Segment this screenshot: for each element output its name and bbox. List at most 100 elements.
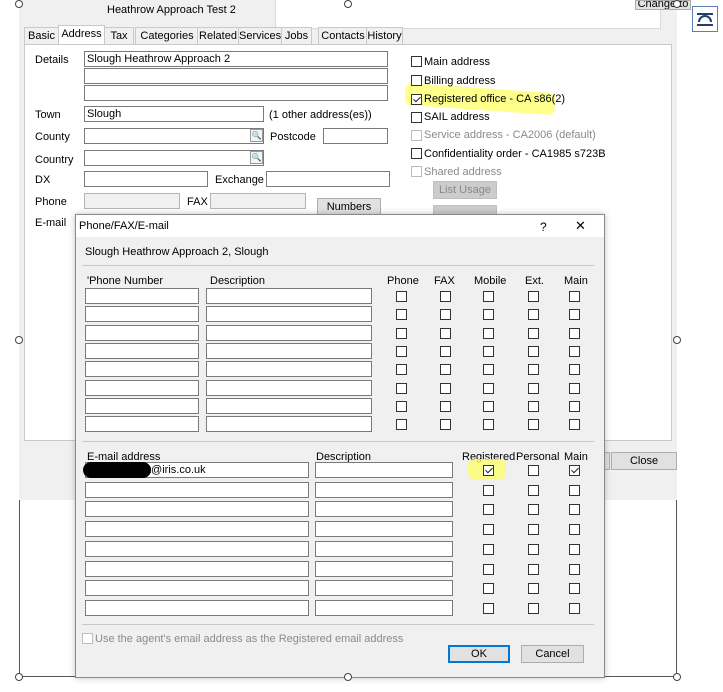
phone-number-field[interactable] (85, 397, 199, 414)
phone-number-field[interactable] (85, 342, 199, 359)
fax-checkbox[interactable] (440, 327, 451, 339)
phone-description-field[interactable] (206, 397, 372, 414)
fax-checkbox[interactable] (440, 364, 451, 376)
registered-email-checkbox[interactable] (483, 524, 494, 536)
phone-number-field[interactable] (85, 306, 199, 323)
exchange-field[interactable] (266, 171, 390, 187)
phone-number-field[interactable] (85, 324, 199, 341)
mobile-checkbox[interactable] (483, 382, 494, 394)
country-field[interactable] (84, 150, 264, 166)
phone-number-field[interactable] (85, 416, 199, 433)
main-checkbox[interactable] (569, 345, 580, 357)
email-description-field[interactable] (315, 462, 453, 478)
email-address-field[interactable] (85, 580, 309, 597)
registered-email-checkbox[interactable] (483, 563, 494, 575)
mobile-checkbox[interactable] (483, 327, 494, 339)
main-checkbox[interactable] (569, 309, 580, 321)
dx-field[interactable] (84, 171, 208, 187)
list-usage-button[interactable]: List Usage (433, 181, 497, 199)
ext-checkbox[interactable] (528, 291, 539, 302)
email-description-field[interactable] (315, 599, 453, 616)
registered-email-checkbox[interactable] (483, 583, 494, 595)
email-address-field[interactable] (85, 560, 309, 577)
fax-checkbox[interactable] (440, 309, 451, 321)
phone-description-field[interactable] (206, 379, 372, 396)
registered-email-checkbox[interactable] (483, 465, 494, 476)
phone-description-field[interactable] (206, 306, 372, 323)
phone-number-field[interactable] (85, 361, 199, 378)
resize-handle[interactable] (344, 0, 352, 8)
main-email-checkbox[interactable] (569, 602, 580, 614)
main-email-checkbox[interactable] (569, 524, 580, 536)
details-line-3[interactable] (84, 85, 388, 101)
billing-address-checkbox[interactable] (411, 75, 422, 86)
tab-jobs[interactable]: Jobs (281, 27, 312, 44)
ext-checkbox[interactable] (528, 419, 539, 431)
resize-handle[interactable] (15, 336, 23, 344)
mobile-checkbox[interactable] (483, 291, 494, 302)
resize-handle[interactable] (673, 336, 681, 344)
fax-checkbox[interactable] (440, 400, 451, 412)
ok-button[interactable]: OK (448, 645, 510, 663)
dialog-close-icon[interactable]: ✕ (575, 218, 586, 234)
service-address-checkbox[interactable] (411, 130, 422, 141)
personal-email-checkbox[interactable] (528, 484, 539, 496)
fax-checkbox[interactable] (440, 291, 451, 302)
ext-checkbox[interactable] (528, 345, 539, 357)
main-address-checkbox[interactable] (411, 56, 422, 67)
registered-email-checkbox[interactable] (483, 543, 494, 555)
phone-description-field[interactable] (206, 342, 372, 359)
main-checkbox[interactable] (569, 382, 580, 394)
phone-description-field[interactable] (206, 324, 372, 341)
registered-email-checkbox[interactable] (483, 484, 494, 496)
mobile-checkbox[interactable] (483, 309, 494, 321)
fax-field[interactable] (210, 193, 306, 209)
phone-checkbox[interactable] (396, 364, 407, 376)
resize-handle[interactable] (15, 0, 23, 8)
email-description-field[interactable] (315, 501, 453, 518)
close-button[interactable]: Close (611, 452, 677, 470)
registered-email-checkbox[interactable] (483, 504, 494, 516)
shared-address-checkbox[interactable] (411, 166, 422, 177)
tab-categories[interactable]: Categories (135, 27, 199, 44)
cancel-button[interactable]: Cancel (521, 645, 584, 663)
phone-number-field[interactable] (85, 288, 199, 304)
phone-checkbox[interactable] (396, 345, 407, 357)
personal-email-checkbox[interactable] (528, 583, 539, 595)
postcode-field[interactable] (323, 128, 388, 144)
main-email-checkbox[interactable] (569, 465, 580, 476)
phone-checkbox[interactable] (396, 291, 407, 302)
ext-checkbox[interactable] (528, 364, 539, 376)
phone-checkbox[interactable] (396, 309, 407, 321)
resize-handle[interactable] (15, 673, 23, 681)
sail-address-checkbox[interactable] (411, 112, 422, 123)
ext-checkbox[interactable] (528, 400, 539, 412)
phone-checkbox[interactable] (396, 400, 407, 412)
phone-checkbox[interactable] (396, 382, 407, 394)
mobile-checkbox[interactable] (483, 345, 494, 357)
confidentiality-order-checkbox[interactable] (411, 148, 422, 159)
registered-office-checkbox[interactable] (411, 94, 422, 105)
ext-checkbox[interactable] (528, 327, 539, 339)
email-description-field[interactable] (315, 560, 453, 577)
tab-history[interactable]: History (366, 27, 403, 44)
details-line-2[interactable] (84, 68, 388, 84)
main-email-checkbox[interactable] (569, 563, 580, 575)
resize-handle[interactable] (673, 0, 681, 8)
resize-handle[interactable] (673, 673, 681, 681)
tab-related[interactable]: Related (197, 27, 239, 44)
mobile-checkbox[interactable] (483, 419, 494, 431)
phone-number-field[interactable] (85, 379, 199, 396)
main-checkbox[interactable] (569, 364, 580, 376)
main-email-checkbox[interactable] (569, 484, 580, 496)
personal-email-checkbox[interactable] (528, 524, 539, 536)
mobile-checkbox[interactable] (483, 364, 494, 376)
personal-email-checkbox[interactable] (528, 602, 539, 614)
details-line-1[interactable]: Slough Heathrow Approach 2 (84, 51, 388, 67)
phone-description-field[interactable] (206, 288, 372, 304)
tab-tax[interactable]: Tax (104, 27, 134, 44)
email-description-field[interactable] (315, 580, 453, 597)
phone-checkbox[interactable] (396, 327, 407, 339)
tab-services[interactable]: Services (238, 27, 282, 44)
phone-checkbox[interactable] (396, 419, 407, 431)
